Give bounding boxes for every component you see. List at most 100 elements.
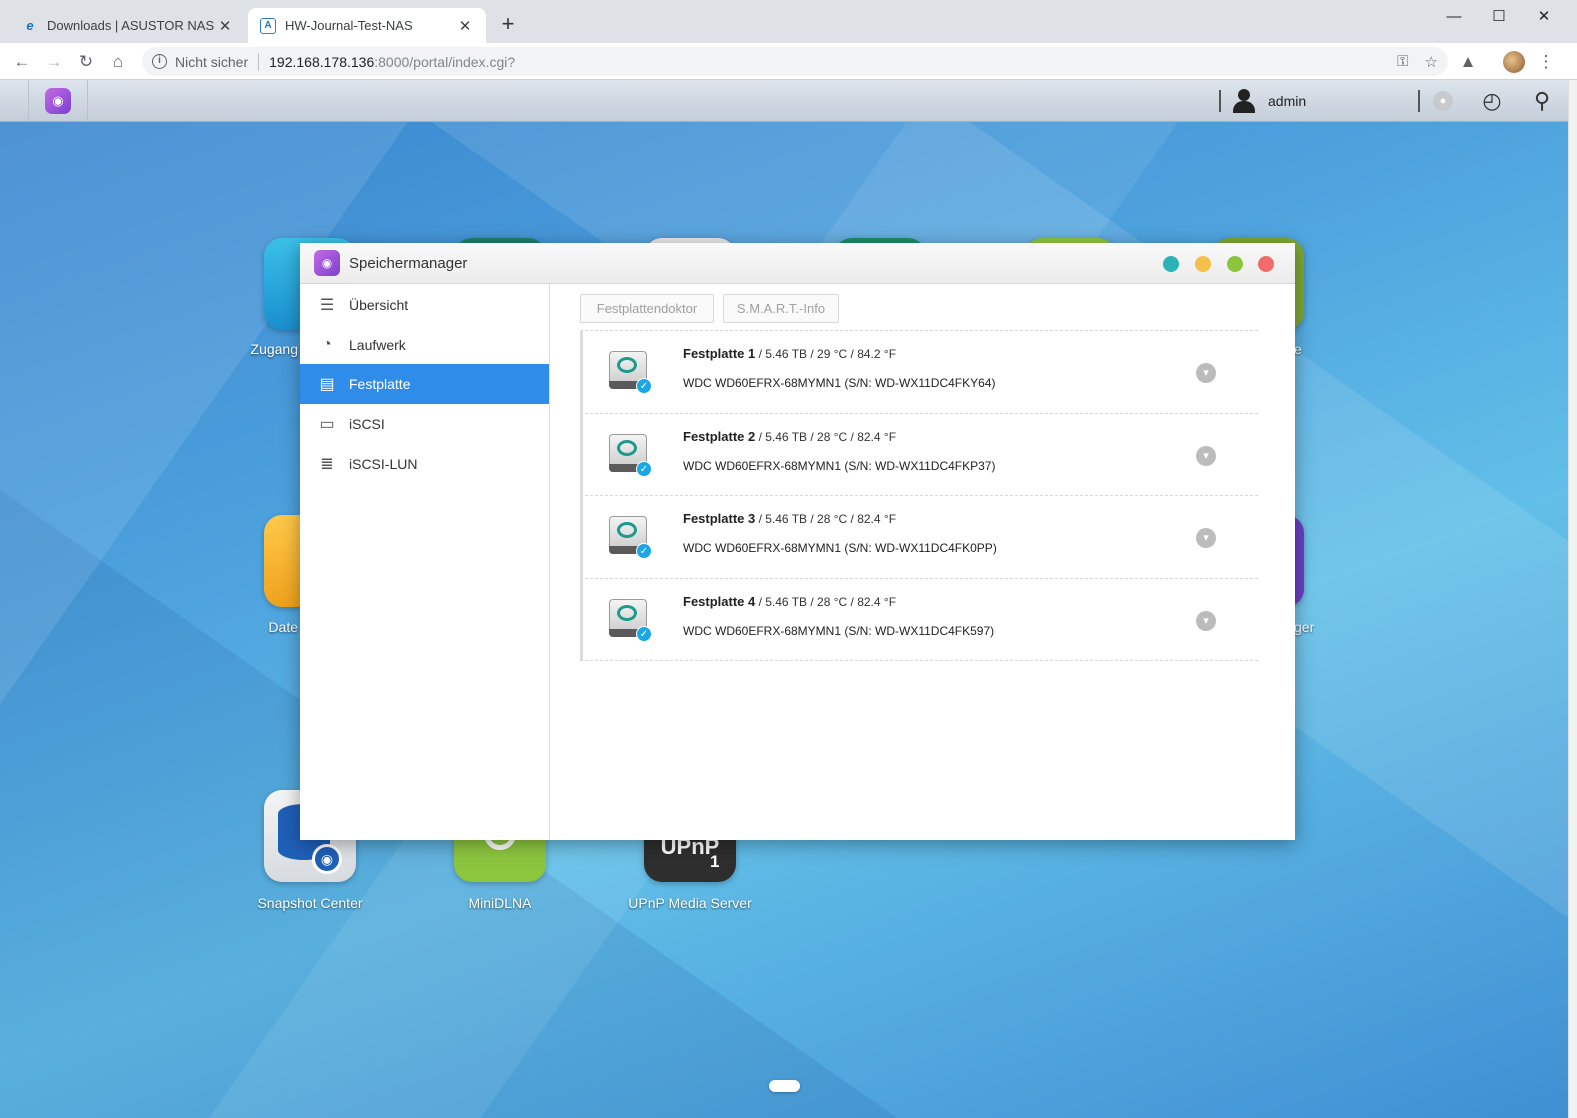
tab-title: HW-Journal-Test-NAS: [285, 18, 413, 33]
page-scrollbar[interactable]: [1568, 80, 1577, 1118]
security-label: Nicht sicher: [175, 53, 249, 70]
info-icon[interactable]: i: [152, 54, 167, 69]
forward-arrow-icon[interactable]: →: [42, 50, 66, 74]
notification-bell-icon[interactable]: ●: [1431, 89, 1455, 113]
omnibox-actions: ⚿ ☆: [1397, 47, 1448, 76]
sidebar-item-label: Festplatte: [349, 376, 411, 392]
storage-manager-window: ◉ Speichermanager ☰ Übersicht ◔ Laufwerk…: [300, 243, 1295, 840]
divider: [1219, 90, 1221, 112]
dock-toggle-button[interactable]: [769, 1080, 800, 1092]
sidebar-item-volume[interactable]: ◔ Laufwerk: [300, 325, 549, 365]
disk-model: WDC WD60EFRX-68MYMN1 (S/N: WD-WX11DC4FK0…: [683, 541, 997, 555]
hard-disk-icon: ✓: [609, 514, 652, 559]
home-icon[interactable]: ⌂: [106, 50, 130, 74]
upnp-badge-number: 1: [710, 852, 720, 871]
window-titlebar[interactable]: ◉ Speichermanager: [300, 243, 1295, 284]
adm-taskbar: ◉ admin ● ◴ ⚲: [0, 80, 1568, 122]
disk-name: Festplatte 2: [683, 429, 756, 444]
disk-spec: / 5.46 TB / 28 °C / 82.4 °F: [755, 512, 897, 526]
drive-extension-icon[interactable]: ▲: [1456, 50, 1480, 74]
sidebar-item-label: iSCSI-LUN: [349, 456, 418, 472]
user-icon: [1232, 88, 1256, 114]
tab-title: Downloads | ASUSTOR NAS: [47, 18, 215, 33]
chevron-down-icon[interactable]: ▾: [1196, 611, 1216, 631]
url-host: 192.168.178.136: [269, 53, 375, 70]
check-icon: ✓: [636, 626, 652, 642]
desktop-icon-label: Zugang: [250, 341, 298, 357]
disk-row[interactable]: ✓ Festplatte 1 / 5.46 TB / 29 °C / 84.2 …: [580, 330, 1258, 413]
help-dot-button[interactable]: [1163, 256, 1179, 272]
search-icon[interactable]: ⚲: [1530, 88, 1554, 113]
reload-icon[interactable]: ↻: [74, 50, 98, 74]
chevron-down-icon[interactable]: ▾: [1196, 363, 1216, 383]
database-icon: ≣: [320, 456, 334, 473]
desktop-icon-label: ger: [1294, 619, 1315, 635]
close-tab-icon[interactable]: ✕: [456, 17, 474, 35]
disk-name: Festplatte 1: [683, 346, 756, 361]
disk-row[interactable]: ✓ Festplatte 4 / 5.46 TB / 28 °C / 82.4 …: [580, 578, 1258, 661]
sidebar-item-iscsi[interactable]: ▭ iSCSI: [300, 404, 549, 444]
disk-title: Festplatte 3 / 5.46 TB / 28 °C / 82.4 °F: [683, 511, 896, 526]
sidebar-item-label: Übersicht: [349, 297, 409, 313]
list-icon: ☰: [319, 297, 335, 314]
asustor-favicon-icon: A: [260, 17, 276, 34]
close-dot-button[interactable]: [1258, 256, 1274, 272]
camera-icon: ◉: [312, 844, 342, 874]
bookmark-star-icon[interactable]: ☆: [1425, 53, 1438, 71]
check-icon: ✓: [636, 543, 652, 559]
disk-name: Festplatte 4: [683, 594, 756, 609]
disk-model: WDC WD60EFRX-68MYMN1 (S/N: WD-WX11DC4FKP…: [683, 459, 996, 473]
volume-icon: ◔: [322, 336, 332, 353]
check-icon: ✓: [636, 378, 652, 394]
key-icon[interactable]: ⚿: [1397, 53, 1408, 70]
disk-row[interactable]: ✓ Festplatte 2 / 5.46 TB / 28 °C / 82.4 …: [580, 413, 1258, 496]
chevron-down-icon[interactable]: ▾: [1196, 528, 1216, 548]
back-arrow-icon[interactable]: ←: [10, 50, 34, 74]
desktop-icon-label: Snapshot Center: [257, 895, 363, 911]
username-label: admin: [1268, 93, 1307, 109]
disk-icon: ▤: [319, 376, 335, 393]
hard-disk-icon: ✓: [609, 597, 652, 642]
disk-model: WDC WD60EFRX-68MYMN1 (S/N: WD-WX11DC4FK5…: [683, 624, 995, 638]
menu-kebab-icon[interactable]: ⋮: [1534, 50, 1558, 74]
browser-tab-downloads[interactable]: e Downloads | ASUSTOR NAS ✕: [10, 8, 246, 43]
address-bar[interactable]: i Nicht sicher 192.168.178.136 :8000/por…: [142, 47, 1448, 76]
close-tab-icon[interactable]: ✕: [216, 17, 234, 35]
browser-tabstrip: e Downloads | ASUSTOR NAS ✕ A HW-Journal…: [0, 0, 1577, 43]
browser-tab-nas[interactable]: A HW-Journal-Test-NAS ✕: [248, 8, 486, 43]
sidebar-item-iscsi-lun[interactable]: ≣ iSCSI-LUN: [300, 444, 549, 484]
storage-manager-app-icon: ◉: [314, 250, 340, 276]
taskbar-storage-manager-button[interactable]: ◉: [28, 80, 88, 122]
divider: [258, 52, 260, 71]
disk-spec: / 5.46 TB / 28 °C / 82.4 °F: [755, 430, 897, 444]
iscsi-icon: ▭: [319, 416, 335, 433]
disk-title: Festplatte 1 / 5.46 TB / 29 °C / 84.2 °F: [683, 346, 896, 361]
disk-doctor-button[interactable]: Festplattendoktor: [580, 294, 714, 323]
new-tab-button[interactable]: +: [496, 12, 520, 36]
user-menu[interactable]: admin: [1232, 87, 1306, 115]
disk-spec: / 5.46 TB / 28 °C / 82.4 °F: [755, 595, 897, 609]
sidebar-item-overview[interactable]: ☰ Übersicht: [300, 285, 549, 325]
maximize-dot-button[interactable]: [1227, 256, 1243, 272]
browser-toolbar: ← → ↻ ⌂ i Nicht sicher 192.168.178.136 :…: [0, 43, 1577, 80]
hard-disk-icon: ✓: [609, 432, 652, 477]
check-icon: ✓: [636, 461, 652, 477]
disk-title: Festplatte 2 / 5.46 TB / 28 °C / 82.4 °F: [683, 429, 896, 444]
chevron-down-icon[interactable]: ▾: [1196, 446, 1216, 466]
ie-favicon-icon: e: [26, 18, 34, 33]
profile-avatar[interactable]: [1503, 51, 1525, 73]
minimize-dot-button[interactable]: [1195, 256, 1211, 272]
sidebar-item-disk[interactable]: ▤ Festplatte: [300, 364, 549, 404]
desktop-icon-label: MiniDLNA: [468, 895, 532, 911]
sidebar-item-label: Laufwerk: [349, 337, 406, 353]
storage-manager-app-icon: ◉: [45, 88, 71, 114]
smart-info-button[interactable]: S.M.A.R.T.-Info: [723, 294, 839, 323]
url-path: :8000/portal/index.cgi?: [374, 53, 516, 70]
minimize-window-button[interactable]: —: [1431, 0, 1477, 32]
divider: [1418, 90, 1420, 112]
disk-title: Festplatte 4 / 5.46 TB / 28 °C / 82.4 °F: [683, 594, 896, 609]
close-window-button[interactable]: ✕: [1521, 0, 1567, 32]
maximize-window-button[interactable]: ☐: [1476, 0, 1522, 32]
disk-row[interactable]: ✓ Festplatte 3 / 5.46 TB / 28 °C / 82.4 …: [580, 495, 1258, 578]
dashboard-gauge-icon[interactable]: ◴: [1480, 88, 1504, 113]
